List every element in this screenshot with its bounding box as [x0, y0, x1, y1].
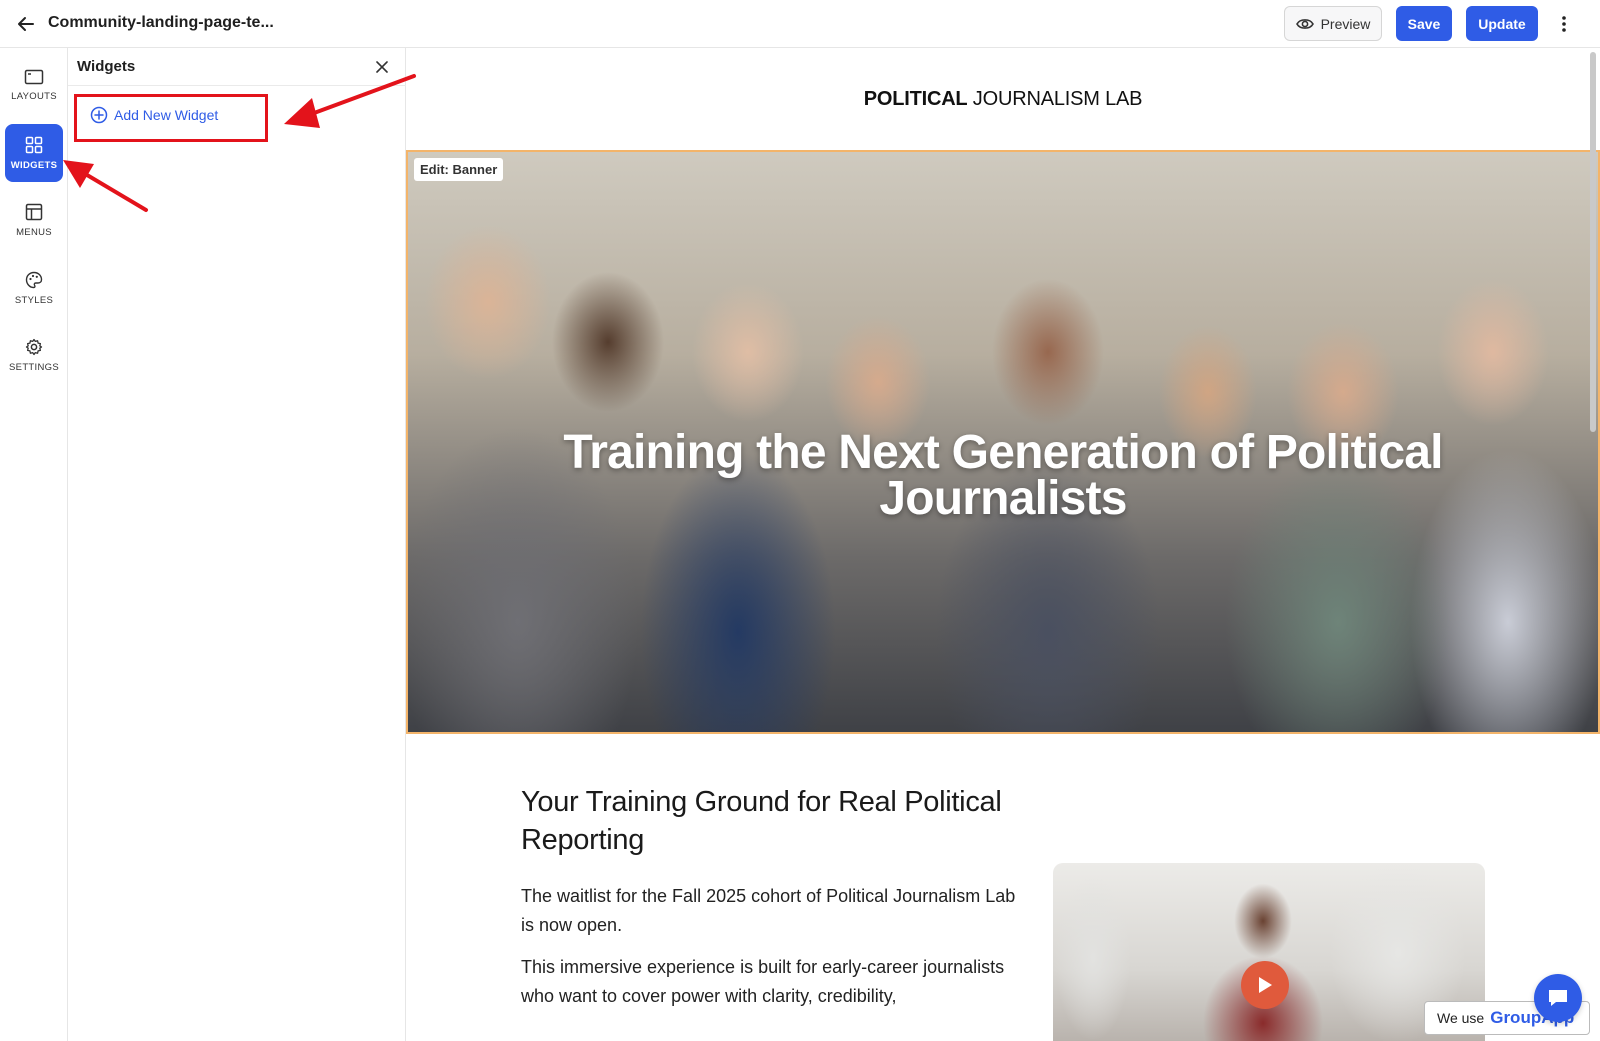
close-icon — [376, 61, 388, 73]
grid-icon — [25, 136, 43, 153]
widgets-panel: Widgets Add New Widget — [68, 48, 406, 1041]
panel-header: Widgets — [68, 48, 406, 86]
site-title: POLITICAL JOURNALISM LAB — [864, 88, 1143, 111]
rail-item-menus[interactable]: MENUS — [5, 191, 63, 249]
rail-item-label: STYLES — [14, 294, 54, 306]
banner-section[interactable]: Edit: Banner Training the Next Generatio… — [406, 150, 1600, 734]
palette-icon — [25, 271, 43, 288]
site-title-rest: JOURNALISM LAB — [967, 87, 1143, 110]
site-header: POLITICAL JOURNALISM LAB — [406, 48, 1600, 150]
chat-button[interactable] — [1534, 974, 1582, 1022]
canvas-scrollbar[interactable] — [1590, 52, 1596, 432]
banner-heading: Training the Next Generation of Politica… — [563, 426, 1443, 525]
more-options-button[interactable] — [1552, 10, 1576, 38]
video-thumbnail[interactable] — [1053, 863, 1485, 1041]
rail-item-label: WIDGETS — [10, 159, 58, 171]
body-paragraph: The waitlist for the Fall 2025 cohort of… — [521, 886, 1016, 935]
gear-icon — [25, 338, 43, 355]
edit-banner-tag[interactable]: Edit: Banner — [414, 158, 504, 181]
panel-title: Widgets — [77, 58, 136, 75]
preview-label: Preview — [1320, 15, 1371, 32]
top-bar: Community-landing-page-te... Preview Sav… — [0, 0, 1600, 48]
kebab-menu-icon — [1562, 16, 1566, 32]
site-title-bold: POLITICAL — [863, 87, 968, 110]
cookie-text: We use — [1437, 1010, 1485, 1026]
rail-item-label: SETTINGS — [9, 361, 59, 373]
menu-panel-icon — [25, 203, 43, 220]
play-icon — [1259, 977, 1272, 993]
body-paragraph: This immersive experience is built for e… — [521, 957, 1005, 1006]
layout-icon — [24, 69, 44, 84]
save-button[interactable]: Save — [1396, 6, 1452, 41]
preview-button[interactable]: Preview — [1284, 6, 1382, 41]
document-title: Community-landing-page-te... — [48, 14, 274, 31]
section-heading: Your Training Ground for Real Political … — [521, 786, 1002, 856]
left-rail: LAYOUTS WIDGETS MENUS STYLES SETTINGS — [0, 48, 68, 1041]
back-button[interactable] — [12, 10, 40, 38]
update-button[interactable]: Update — [1466, 6, 1538, 41]
annotation-highlight-box — [74, 94, 268, 142]
rail-item-layouts[interactable]: LAYOUTS — [5, 56, 63, 114]
rail-item-label: MENUS — [16, 226, 52, 238]
rail-item-widgets[interactable]: WIDGETS — [5, 124, 63, 182]
video-play-button[interactable] — [1241, 961, 1289, 1009]
page-canvas: POLITICAL JOURNALISM LAB Edit: Banner Tr… — [406, 48, 1600, 1041]
rail-item-label: LAYOUTS — [11, 90, 57, 102]
panel-close-button[interactable] — [372, 57, 392, 77]
chat-bubble-icon — [1549, 990, 1567, 1006]
rail-item-settings[interactable]: SETTINGS — [5, 326, 63, 384]
rail-item-styles[interactable]: STYLES — [5, 259, 63, 317]
eye-icon — [1295, 18, 1314, 29]
arrow-left-icon — [18, 17, 34, 31]
